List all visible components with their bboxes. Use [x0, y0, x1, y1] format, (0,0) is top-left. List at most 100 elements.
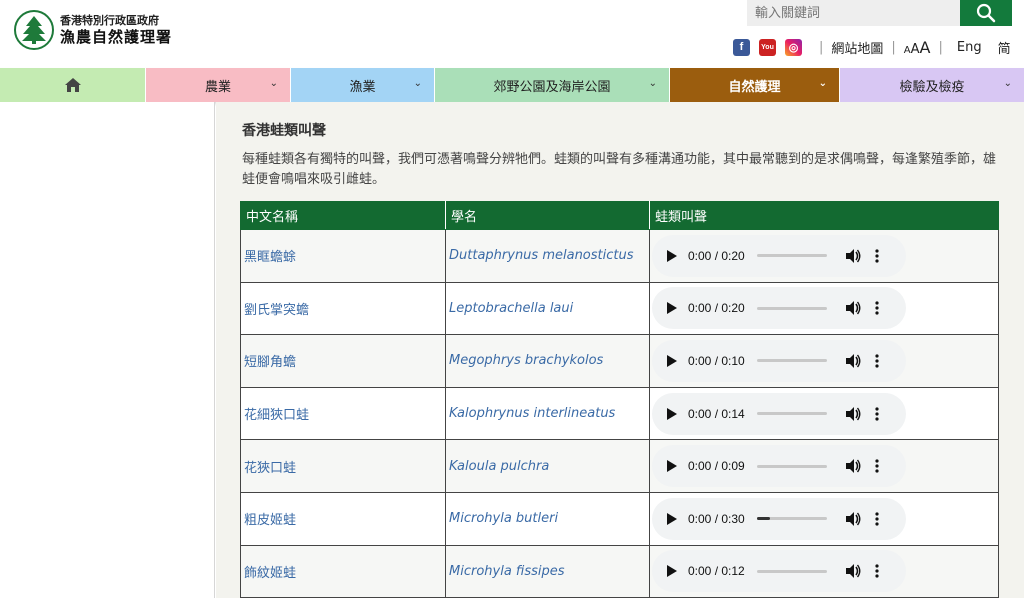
play-icon[interactable] [664, 248, 680, 264]
audio-cell: 0:00 / 0:20 [649, 229, 999, 283]
font-small-button[interactable]: A [904, 45, 911, 56]
home-icon [64, 78, 81, 92]
play-icon[interactable] [664, 406, 680, 422]
scientific-name-cell[interactable]: Leptobrachella laui [445, 281, 650, 336]
font-large-button[interactable]: A [920, 38, 931, 57]
audio-progress-slider[interactable] [757, 464, 827, 468]
audio-progress-slider[interactable] [757, 254, 827, 258]
chevron-down-icon: ⌄ [413, 78, 422, 89]
chinese-name-cell[interactable]: 花細狹口蛙 [240, 386, 446, 441]
audio-progress-slider[interactable] [757, 306, 827, 310]
audio-player[interactable]: 0:00 / 0:12 [652, 550, 906, 593]
volume-icon[interactable] [845, 406, 861, 422]
volume-icon[interactable] [845, 563, 861, 579]
nav-agriculture-label: 農業 [204, 79, 231, 95]
header-tools: f You ◎ | 網站地圖 | AAA | Eng 简 [733, 37, 1011, 57]
facebook-icon[interactable]: f [733, 38, 750, 56]
volume-icon[interactable] [845, 300, 861, 316]
chevron-down-icon: ⌄ [818, 78, 827, 89]
audio-progress-slider[interactable] [757, 569, 827, 573]
lang-simplified-link[interactable]: 简 [998, 38, 1011, 57]
audio-progress-slider[interactable] [757, 412, 827, 416]
nav-agriculture[interactable]: 農業 ⌄ [146, 68, 291, 102]
main-nav: 農業 ⌄ 漁業 ⌄ 郊野公園及海岸公園 ⌄ 自然護理 ⌄ 檢驗及檢疫 ⌄ [0, 68, 1024, 102]
chinese-name-cell[interactable]: 短腳角蟾 [240, 334, 446, 388]
scientific-name-cell[interactable]: Duttaphrynus melanostictus [445, 229, 650, 283]
youtube-icon[interactable]: You [759, 38, 776, 56]
audio-progress-slider[interactable] [757, 517, 827, 521]
volume-icon[interactable] [845, 353, 861, 369]
audio-player[interactable]: 0:00 / 0:30 [652, 497, 906, 540]
play-icon[interactable] [664, 300, 680, 316]
chinese-name-cell[interactable]: 黑眶蟾蜍 [240, 229, 446, 283]
audio-player[interactable]: 0:00 / 0:09 [652, 445, 906, 488]
nav-conservation-label: 自然護理 [728, 79, 781, 95]
more-options-icon[interactable] [873, 406, 881, 422]
audio-cell: 0:00 / 0:10 [649, 334, 999, 388]
audio-cell: 0:00 / 0:14 [649, 386, 999, 441]
nav-country-parks[interactable]: 郊野公園及海岸公園 ⌄ [435, 68, 670, 102]
audio-progress-slider[interactable] [757, 359, 827, 363]
nav-country-parks-label: 郊野公園及海岸公園 [493, 79, 611, 95]
play-icon[interactable] [664, 563, 680, 579]
volume-icon[interactable] [845, 511, 861, 527]
audio-cell: 0:00 / 0:20 [649, 281, 999, 336]
page-title: 香港蛙類叫聲 [242, 123, 326, 139]
volume-icon[interactable] [845, 248, 861, 264]
nav-fisheries-label: 漁業 [349, 79, 376, 95]
audio-player[interactable]: 0:00 / 0:10 [652, 339, 906, 382]
search-input[interactable] [747, 0, 960, 26]
audio-player[interactable]: 0:00 / 0:20 [652, 234, 906, 277]
chevron-down-icon: ⌄ [648, 78, 657, 89]
instagram-icon[interactable]: ◎ [785, 38, 802, 56]
play-icon[interactable] [664, 458, 680, 474]
more-options-icon[interactable] [873, 458, 881, 474]
sitemap-link[interactable]: 網站地圖 [831, 38, 883, 57]
audio-player[interactable]: 0:00 / 0:20 [652, 287, 906, 330]
more-options-icon[interactable] [873, 511, 881, 527]
audio-time: 0:00 / 0:20 [688, 301, 745, 316]
scientific-name-cell[interactable]: Kalophrynus interlineatus [445, 386, 650, 441]
column-header: 中文名稱 [240, 201, 446, 230]
audio-progress-fill [757, 517, 770, 521]
volume-icon[interactable] [845, 458, 861, 474]
column-header: 蛙類叫聲 [649, 201, 999, 230]
scientific-name-cell[interactable]: Microhyla fissipes [445, 544, 650, 598]
tree-logo-icon [14, 10, 54, 50]
play-icon[interactable] [664, 353, 680, 369]
font-size-controls: AAA [904, 38, 931, 57]
audio-cell: 0:00 / 0:12 [649, 544, 999, 598]
play-icon[interactable] [664, 511, 680, 527]
more-options-icon[interactable] [873, 353, 881, 369]
afcd-logo[interactable]: 香港特別行政區政府 漁農自然護理署 [14, 10, 172, 50]
sidebar [0, 102, 215, 598]
more-options-icon[interactable] [873, 563, 881, 579]
chinese-name-cell[interactable]: 粗皮姬蛙 [240, 491, 446, 546]
search-button[interactable] [960, 0, 1012, 26]
font-medium-button[interactable]: A [911, 42, 920, 57]
chinese-name-cell[interactable]: 飾紋姬蛙 [240, 544, 446, 598]
chinese-name-cell[interactable]: 劉氏掌突蟾 [240, 281, 446, 336]
nav-fisheries[interactable]: 漁業 ⌄ [291, 68, 435, 102]
divider: | [938, 39, 943, 55]
more-options-icon[interactable] [873, 248, 881, 264]
lang-english-link[interactable]: Eng [957, 40, 982, 55]
intro-paragraph: 每種蛙類各有獨特的叫聲，我們可憑著鳴聲分辨牠們。蛙類的叫聲有多種溝通功能，其中最… [242, 152, 997, 187]
table-row: 短腳角蟾 Megophrys brachykolos 0:00 / 0:10 [240, 334, 999, 388]
audio-cell: 0:00 / 0:30 [649, 491, 999, 546]
chinese-name-cell[interactable]: 花狹口蛙 [240, 439, 446, 493]
scientific-name-cell[interactable]: Kaloula pulchra [445, 439, 650, 493]
audio-time: 0:00 / 0:09 [688, 459, 745, 474]
audio-time: 0:00 / 0:14 [688, 406, 745, 421]
scientific-name-cell[interactable]: Microhyla butleri [445, 491, 650, 546]
nav-inspection[interactable]: 檢驗及檢疫 ⌄ [840, 68, 1024, 102]
nav-conservation[interactable]: 自然護理 ⌄ [670, 68, 840, 102]
site-header: 香港特別行政區政府 漁農自然護理署 f You ◎ | 網站地圖 | AAA |… [0, 0, 1024, 68]
chevron-down-icon: ⌄ [1003, 78, 1012, 89]
scientific-name-cell[interactable]: Megophrys brachykolos [445, 334, 650, 388]
audio-player[interactable]: 0:00 / 0:14 [652, 392, 906, 435]
audio-time: 0:00 / 0:20 [688, 248, 745, 263]
more-options-icon[interactable] [873, 300, 881, 316]
nav-home[interactable] [0, 68, 146, 102]
divider: | [819, 39, 824, 55]
